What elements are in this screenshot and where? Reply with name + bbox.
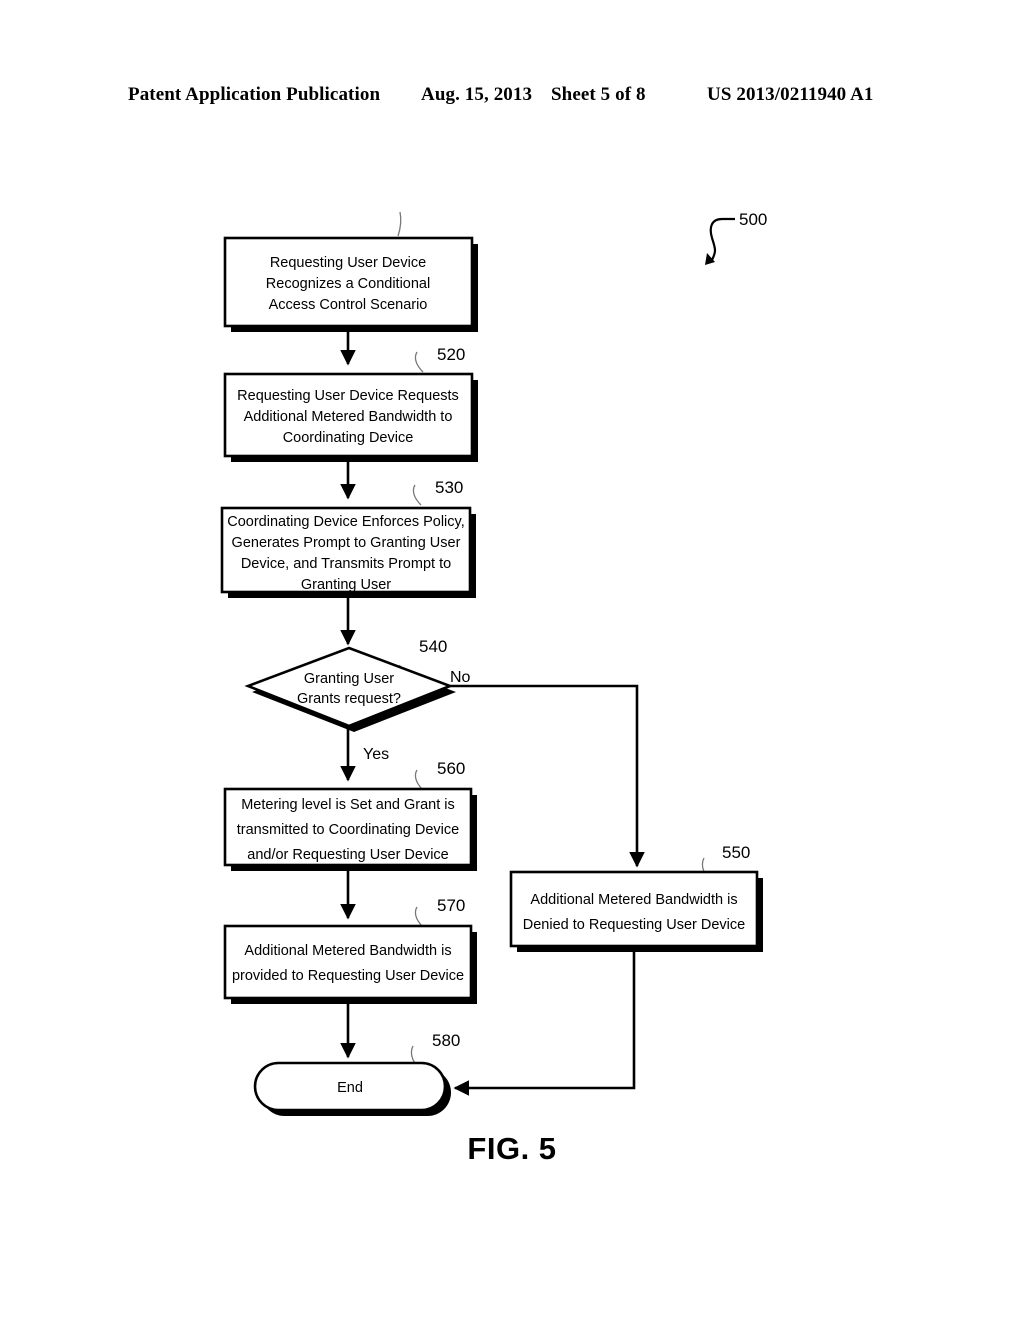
node-550-ref: 550 <box>722 843 750 862</box>
node-580: 580 End <box>253 1031 460 1116</box>
node-560-leader <box>414 769 424 791</box>
node-550-shape <box>509 870 759 948</box>
node-560-ref: 560 <box>437 759 465 778</box>
figure-ref-500-label: 500 <box>739 210 767 229</box>
node-520-ref: 520 <box>437 345 465 364</box>
figure-caption-text: FIG. 5 <box>467 1131 557 1166</box>
branch-label-no: No <box>450 669 471 686</box>
node-530-line-3: Device, and Transmits Prompt to <box>241 556 451 572</box>
node-580-label: End <box>337 1080 363 1096</box>
node-520-line-3: Coordinating Device <box>283 430 414 446</box>
node-560-line-1: Metering level is Set and Grant is <box>241 797 455 813</box>
figure-500-flowchart: 500 Requesting User Device Recognizes a … <box>0 0 1024 1320</box>
node-550-line-2: Denied to Requesting User Device <box>523 917 745 933</box>
node-570-line-2: provided to Requesting User Device <box>232 968 464 984</box>
node-570-leader <box>414 906 424 928</box>
node-550-line-1: Additional Metered Bandwidth is <box>530 892 737 908</box>
node-540-shape <box>244 646 454 728</box>
node-530-line-1: Coordinating Device Enforces Policy, <box>227 514 464 530</box>
node-510-line-1: Requesting User Device <box>270 255 426 271</box>
node-530-leader <box>412 484 422 506</box>
node-560: 560 Metering level is Set and Grant is t… <box>223 759 477 871</box>
node-520-leader <box>414 351 424 373</box>
figure-ref-500: 500 <box>705 210 767 265</box>
node-510: Requesting User Device Recognizes a Cond… <box>223 211 478 332</box>
node-530-line-4: Granting User <box>301 577 391 593</box>
branch-label-yes: Yes <box>363 746 389 763</box>
node-560-line-3: and/or Requesting User Device <box>247 847 449 863</box>
node-530-line-2: Generates Prompt to Granting User <box>232 535 461 551</box>
node-520-line-2: Additional Metered Bandwidth to <box>244 409 453 425</box>
node-570-ref: 570 <box>437 896 465 915</box>
node-530-ref: 530 <box>435 478 463 497</box>
node-540-line-2: Grants request? <box>297 691 401 707</box>
node-520-line-1: Requesting User Device Requests <box>237 388 459 404</box>
connector-550-to-580 <box>453 946 636 1096</box>
figure-caption: FIG. 5 <box>0 1131 1024 1167</box>
node-560-line-2: transmitted to Coordinating Device <box>237 822 459 838</box>
node-510-line-3: Access Control Scenario <box>269 297 428 313</box>
node-570-shape <box>223 924 473 1000</box>
node-580-ref: 580 <box>432 1031 460 1050</box>
node-540: 540 Granting User Grants request? <box>244 637 456 732</box>
node-520: 520 Requesting User Device Requests Addi… <box>223 345 478 462</box>
node-540-line-1: Granting User <box>304 671 394 687</box>
flowchart-canvas: 500 Requesting User Device Recognizes a … <box>220 210 767 1116</box>
node-540-ref: 540 <box>419 637 447 656</box>
connector-540-no-to-550 <box>450 684 645 868</box>
node-570: 570 Additional Metered Bandwidth is prov… <box>223 896 477 1004</box>
node-510-line-2: Recognizes a Conditional <box>266 276 430 292</box>
node-570-line-1: Additional Metered Bandwidth is <box>244 943 451 959</box>
node-510-leader <box>397 211 402 237</box>
